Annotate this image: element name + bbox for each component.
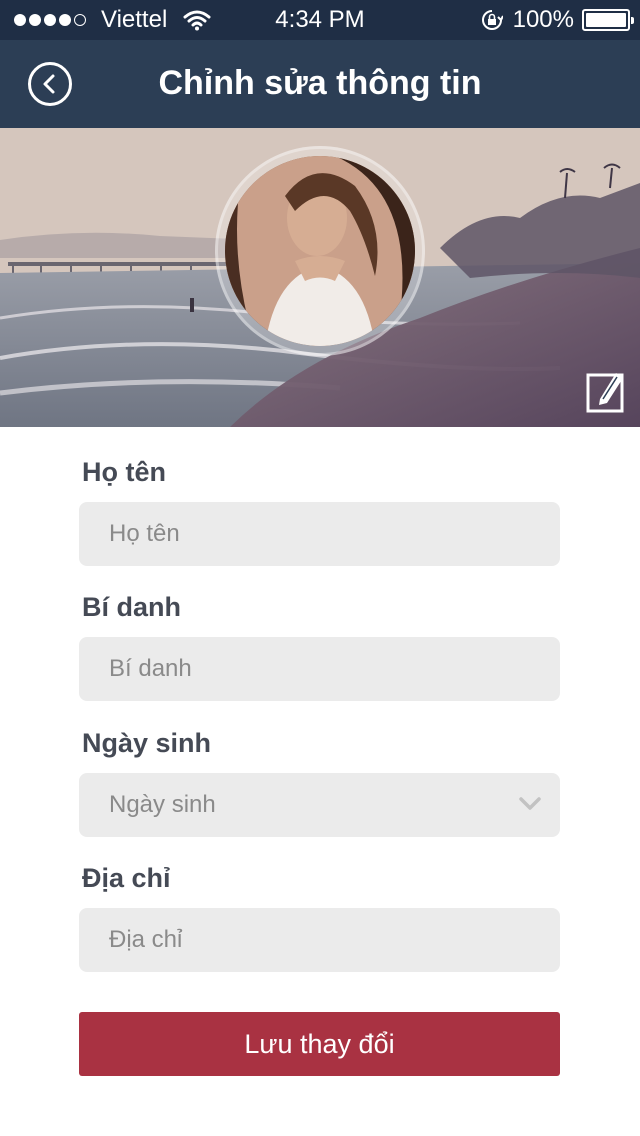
avatar-frame[interactable] (215, 146, 425, 356)
page-title: Chỉnh sửa thông tin (158, 64, 482, 102)
rotation-lock-icon (481, 10, 503, 30)
address-label: Địa chỉ (82, 863, 171, 893)
nickname-input[interactable] (79, 637, 560, 701)
cover-photo (0, 128, 640, 427)
battery-percentage: 100% (512, 6, 574, 33)
edit-square-icon (586, 373, 624, 413)
chevron-down-icon (519, 797, 541, 810)
full-name-label: Họ tên (82, 457, 166, 487)
status-bar: Viettel 4:34 PM 100% (0, 0, 640, 40)
avatar-photo (225, 156, 415, 346)
birthday-label: Ngày sinh (82, 728, 212, 758)
birthday-select-placeholder: Ngày sinh (109, 791, 216, 818)
avatar (225, 156, 415, 346)
address-input[interactable] (79, 908, 560, 972)
edit-profile-screen: Viettel 4:34 PM 100% Chỉnh sửa thông tin… (0, 0, 640, 1136)
battery-icon (582, 9, 634, 31)
save-changes-button[interactable]: Lưu thay đổi (79, 1012, 560, 1076)
nickname-label: Bí danh (82, 592, 181, 622)
back-button[interactable] (28, 62, 72, 106)
navigation-bar: Chỉnh sửa thông tin (0, 40, 640, 128)
full-name-input[interactable] (79, 502, 560, 566)
chevron-left-icon (43, 74, 55, 94)
birthday-select[interactable]: Ngày sinh (79, 773, 560, 837)
edit-cover-button[interactable] (586, 369, 626, 413)
status-right: 100% (481, 0, 634, 40)
